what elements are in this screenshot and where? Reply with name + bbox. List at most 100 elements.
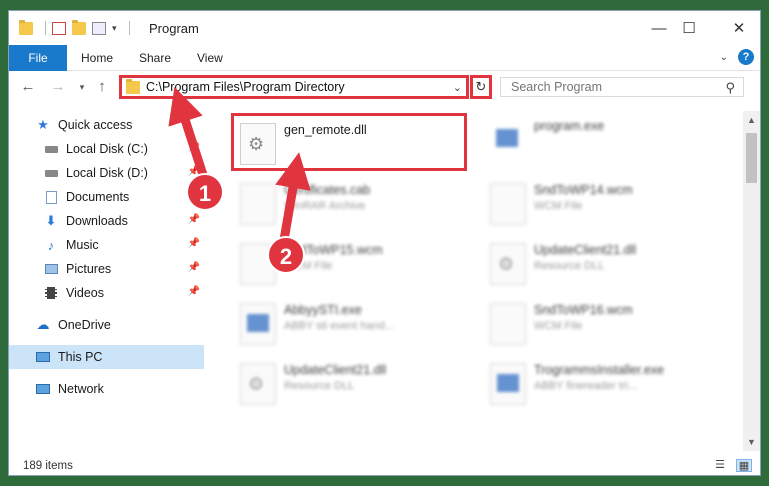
file-item[interactable]: SndToWP16.wcm WCM File bbox=[484, 299, 724, 351]
network-icon bbox=[35, 382, 51, 396]
quick-access-toolbar: ▾ bbox=[19, 19, 136, 36]
search-box[interactable]: ⚲ bbox=[500, 77, 744, 97]
pin-icon: 📌 bbox=[187, 286, 200, 297]
tab-view[interactable]: View bbox=[183, 45, 237, 71]
back-arrow-icon[interactable]: ← bbox=[19, 78, 37, 95]
folder-icon bbox=[126, 78, 140, 94]
refresh-button[interactable]: ↻ bbox=[470, 75, 492, 99]
sidebar-item-network[interactable]: Network bbox=[9, 377, 204, 401]
pictures-icon bbox=[43, 262, 59, 276]
cloud-icon: ☁ bbox=[36, 317, 50, 332]
new-folder-icon[interactable] bbox=[72, 19, 86, 35]
gear-file-icon bbox=[490, 243, 526, 285]
file-item[interactable]: TrogrammsInstaller.exe ABBY finereader t… bbox=[484, 359, 724, 411]
sidebar-item-pictures[interactable]: Pictures 📌 bbox=[9, 257, 204, 281]
sidebar-item-this-pc[interactable]: This PC bbox=[9, 345, 204, 369]
sidebar-item-label: Local Disk (D:) bbox=[66, 166, 148, 180]
chevron-down-icon[interactable]: ▾ bbox=[112, 23, 117, 34]
file-type: Resource DLL bbox=[284, 380, 355, 392]
file-item[interactable]: UpdateClient21.dll Resource DLL bbox=[484, 239, 724, 291]
sidebar-item-videos[interactable]: Videos 📌 bbox=[9, 281, 204, 305]
file-icon bbox=[490, 303, 526, 345]
file-text: TrogrammsInstaller.exe ABBY finereader t… bbox=[534, 359, 664, 411]
highlight-box bbox=[231, 113, 467, 171]
scroll-thumb[interactable] bbox=[746, 133, 757, 183]
sidebar-item-label: Local Disk (C:) bbox=[66, 142, 148, 156]
sidebar-item-label: Downloads bbox=[66, 214, 128, 228]
pin-icon: 📌 bbox=[187, 214, 200, 225]
sidebar-item-label: OneDrive bbox=[58, 318, 111, 332]
file-text: AbbyySTI.exe ABBY sti event hand... bbox=[284, 299, 394, 351]
file-name: SndToWP14.wcm bbox=[534, 183, 633, 197]
sidebar-item-label: Documents bbox=[66, 190, 130, 204]
file-type: WCM File bbox=[534, 200, 583, 212]
scroll-up-icon[interactable]: ▲ bbox=[747, 115, 756, 125]
file-text: program.exe bbox=[534, 115, 604, 167]
videos-icon bbox=[43, 286, 59, 300]
sidebar-item-music[interactable]: ♪ Music 📌 bbox=[9, 233, 204, 257]
item-count: 189 items bbox=[23, 460, 73, 472]
file-icon bbox=[490, 183, 526, 225]
forward-arrow-icon[interactable]: → bbox=[49, 78, 67, 95]
sidebar-item-onedrive[interactable]: ☁ OneDrive bbox=[9, 313, 204, 337]
navigation-pane: ★ Quick access Local Disk (C:) 📌 Local D… bbox=[9, 111, 204, 451]
recent-locations-icon[interactable]: ▾ bbox=[73, 82, 91, 93]
file-text: SndToWP16.wcm WCM File bbox=[534, 299, 633, 351]
tab-file[interactable]: File bbox=[9, 45, 67, 71]
divider bbox=[128, 21, 130, 35]
file-explorer-window: ▾ Program — ☐ ✕ File Home Share View ⌄ ?… bbox=[8, 10, 761, 476]
file-text: SndToWP14.wcm WCM File bbox=[534, 179, 633, 231]
up-arrow-icon[interactable]: ↑ bbox=[93, 78, 111, 95]
music-icon: ♪ bbox=[47, 237, 55, 253]
pin-icon: 📌 bbox=[187, 262, 200, 273]
file-item[interactable]: UpdateClient21.dll Resource DLL bbox=[234, 359, 474, 411]
file-item[interactable]: Certificates.cab WinRAR Archive bbox=[234, 179, 474, 231]
exe-icon bbox=[240, 303, 276, 345]
callout-step-1: 1 bbox=[186, 173, 224, 211]
properties-icon[interactable] bbox=[52, 21, 66, 35]
drive-icon bbox=[43, 166, 59, 180]
refresh-icon: ↻ bbox=[475, 79, 487, 94]
file-item[interactable]: SndToWP14.wcm WCM File bbox=[484, 179, 724, 231]
close-button[interactable]: ✕ bbox=[719, 15, 759, 41]
file-item[interactable]: program.exe bbox=[484, 115, 724, 167]
tab-share[interactable]: Share bbox=[125, 45, 185, 71]
sidebar-item-quick-access[interactable]: ★ Quick access bbox=[9, 113, 204, 137]
documents-icon bbox=[43, 190, 59, 204]
ribbon-tabs: File Home Share View ⌄ ? bbox=[9, 45, 760, 71]
sidebar-item-local-disk-c[interactable]: Local Disk (C:) 📌 bbox=[9, 137, 204, 161]
help-button[interactable]: ? bbox=[738, 49, 754, 65]
pin-icon: 📌 bbox=[187, 238, 200, 249]
maximize-button[interactable]: ☐ bbox=[669, 15, 709, 41]
rar-icon bbox=[240, 183, 276, 225]
ribbon-right-controls: ⌄ ? bbox=[720, 49, 754, 65]
file-item[interactable]: AbbyySTI.exe ABBY sti event hand... bbox=[234, 299, 474, 351]
vertical-scrollbar[interactable]: ▲ ▼ bbox=[743, 111, 760, 451]
file-type: Resource DLL bbox=[534, 260, 605, 272]
sidebar-item-downloads[interactable]: ⬇ Downloads 📌 bbox=[9, 209, 204, 233]
file-type: WinRAR Archive bbox=[284, 200, 366, 212]
download-icon: ⬇ bbox=[45, 213, 57, 228]
window-title: Program bbox=[149, 21, 199, 36]
scroll-down-icon[interactable]: ▼ bbox=[747, 437, 756, 447]
sidebar-item-local-disk-d[interactable]: Local Disk (D:) 📌 bbox=[9, 161, 204, 185]
expand-ribbon-icon[interactable]: ⌄ bbox=[720, 52, 728, 63]
chevron-down-icon[interactable]: ⌄ bbox=[453, 81, 462, 94]
search-icon[interactable]: ⚲ bbox=[725, 80, 735, 96]
sidebar-item-documents[interactable]: Documents 📌 bbox=[9, 185, 204, 209]
search-input[interactable] bbox=[511, 80, 711, 94]
navigation-bar: ← → ▾ ↑ C:\Program Files\Program Directo… bbox=[9, 71, 760, 103]
drive-icon bbox=[43, 142, 59, 156]
file-text: UpdateClient21.dll Resource DLL bbox=[534, 239, 636, 291]
tab-home[interactable]: Home bbox=[67, 45, 127, 71]
details-view-icon[interactable]: ☰ bbox=[712, 459, 728, 472]
callout-step-2: 2 bbox=[267, 236, 305, 274]
file-name: TrogrammsInstaller.exe bbox=[534, 363, 665, 377]
file-name: UpdateClient21.dll bbox=[534, 243, 637, 257]
address-bar[interactable]: C:\Program Files\Program Directory ⌄ bbox=[119, 75, 469, 99]
star-icon: ★ bbox=[37, 117, 49, 132]
large-icons-view-icon[interactable]: ▦ bbox=[736, 459, 752, 472]
customize-toolbar-icon[interactable] bbox=[92, 21, 106, 35]
file-text: UpdateClient21.dll Resource DLL bbox=[284, 359, 386, 411]
file-name: SndToWP16.wcm bbox=[534, 303, 633, 317]
